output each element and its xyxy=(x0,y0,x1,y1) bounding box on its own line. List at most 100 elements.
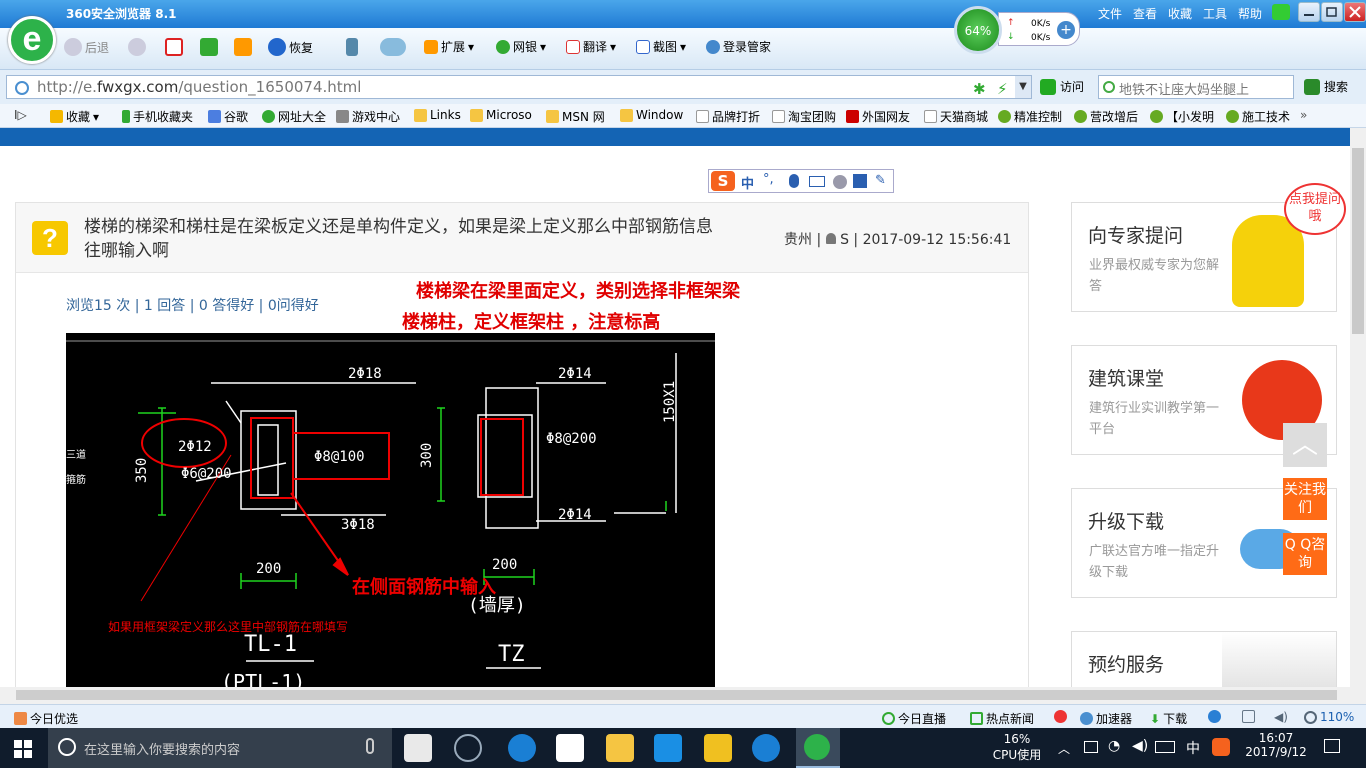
back-to-top-button[interactable]: ︿ xyxy=(1283,423,1327,467)
clock[interactable]: 16:07 2017/9/12 xyxy=(1244,731,1308,759)
download-button[interactable]: ⬇ 下载 xyxy=(1150,710,1187,727)
fav-item[interactable]: 游戏中心 xyxy=(336,108,400,125)
fav-item[interactable]: 手机收藏夹 xyxy=(122,108,193,125)
menu-view[interactable]: 查看 xyxy=(1133,5,1157,22)
search-input[interactable]: 地铁不让座大妈坐腿上 xyxy=(1098,75,1294,99)
fav-item[interactable]: 天猫商城 xyxy=(924,108,988,125)
live-button[interactable]: 今日直播 xyxy=(882,710,946,727)
wrench-icon[interactable]: ✎ xyxy=(875,173,886,188)
fav-item[interactable]: 收藏 ▾ xyxy=(50,108,99,125)
extend-button[interactable]: 扩展 ▾ xyxy=(424,38,474,55)
wifi-icon[interactable]: ◔ xyxy=(1108,738,1120,754)
windows-start-button[interactable] xyxy=(14,740,32,761)
refresh-button[interactable] xyxy=(200,38,218,56)
horizontal-scroll-thumb[interactable] xyxy=(16,690,1337,700)
restore-button[interactable] xyxy=(1321,2,1343,22)
minimize-button[interactable] xyxy=(1298,2,1320,22)
translate-button[interactable]: 翻译 ▾ xyxy=(566,38,616,55)
notification-icon[interactable] xyxy=(1324,739,1340,753)
user-icon[interactable] xyxy=(833,175,847,189)
forward-button[interactable] xyxy=(128,38,146,56)
ime-toolbar[interactable]: S 中 °, ✎ xyxy=(708,169,894,193)
ask-expert-card[interactable]: 向专家提问 业界最权威专家为您解答 点我提问哦 xyxy=(1071,183,1346,312)
menu-help[interactable]: 帮助 xyxy=(1238,5,1262,22)
volume-icon[interactable]: ◀) xyxy=(1274,710,1288,724)
screenshot-button[interactable]: 截图 ▾ xyxy=(636,38,686,55)
skin-icon[interactable] xyxy=(1272,4,1290,20)
more-favorites-icon[interactable]: » xyxy=(1300,108,1307,122)
home-button[interactable] xyxy=(234,38,252,56)
fav-item[interactable]: 精准控制 xyxy=(998,108,1062,125)
fav-item[interactable]: 外国网友 xyxy=(846,108,910,125)
follow-us-button[interactable]: 关注我们 xyxy=(1283,478,1327,520)
url-dropdown-button[interactable]: ▼ xyxy=(1015,76,1031,98)
close-window-button[interactable] xyxy=(1344,2,1366,22)
keyboard-icon[interactable] xyxy=(809,176,825,187)
fav-item[interactable]: Links xyxy=(414,108,461,122)
browser-logo[interactable]: e xyxy=(8,16,56,64)
medical-icon[interactable] xyxy=(1054,710,1067,723)
browser-taskbar-button[interactable] xyxy=(796,728,840,768)
file-explorer-icon[interactable] xyxy=(606,734,634,762)
label-height-1: 350 xyxy=(134,458,150,483)
edge-icon[interactable] xyxy=(508,734,536,762)
hot-news-button[interactable]: 热点新闻 xyxy=(970,710,1034,727)
speaker-icon[interactable]: ◀) xyxy=(1132,738,1148,754)
fav-item[interactable]: 谷歌 xyxy=(208,108,248,125)
keyboard-icon[interactable] xyxy=(1155,741,1175,753)
cpu-usage[interactable]: 16% CPU使用 xyxy=(992,732,1042,763)
glodon-service-icon[interactable] xyxy=(752,734,780,762)
battery-icon[interactable] xyxy=(1084,741,1098,753)
question-user[interactable]: S xyxy=(840,232,849,248)
ime-mode[interactable]: 中 xyxy=(741,173,754,192)
fav-item[interactable]: 施工技术 xyxy=(1226,108,1290,125)
menu-file[interactable]: 文件 xyxy=(1098,5,1122,22)
back-button[interactable]: 后退 xyxy=(64,38,109,56)
search-button[interactable]: 搜索 xyxy=(1304,78,1348,95)
ime-indicator[interactable]: 中 xyxy=(1186,738,1200,758)
glodon-icon[interactable] xyxy=(654,734,682,762)
taskbar-search[interactable]: 在这里输入你要搜索的内容 xyxy=(48,728,392,768)
speed-ball[interactable]: 64% xyxy=(954,6,1002,54)
cloud-button[interactable] xyxy=(380,38,406,56)
edge-swirl-icon[interactable] xyxy=(454,734,482,762)
fav-item[interactable]: 营改增后 xyxy=(1074,108,1138,125)
fav-item[interactable]: 淘宝团购 xyxy=(772,108,836,125)
shirt-icon[interactable] xyxy=(853,174,867,188)
fav-item[interactable]: 网址大全 xyxy=(262,108,326,125)
stop-button[interactable] xyxy=(165,38,183,56)
fav-item[interactable]: Microso xyxy=(470,108,532,122)
ie-icon[interactable] xyxy=(1208,710,1221,723)
microphone-icon[interactable] xyxy=(366,738,374,754)
bank-button[interactable]: 网银 ▾ xyxy=(496,38,546,55)
address-bar[interactable]: http://e.fwxgx.com/question_1650074.html… xyxy=(6,75,1032,99)
sogou-tray-icon[interactable] xyxy=(1212,738,1230,756)
login-manager-button[interactable]: 登录管家 xyxy=(706,38,771,55)
restore-tab-button[interactable]: 恢复 xyxy=(268,38,313,56)
accelerator-button[interactable]: 加速器 xyxy=(1080,710,1132,727)
store-icon[interactable] xyxy=(556,734,584,762)
punctuation-icon[interactable]: °, xyxy=(763,172,774,187)
microphone-icon[interactable] xyxy=(789,174,799,188)
sidebar-toggle[interactable]: I▷ xyxy=(14,108,27,122)
window-icon[interactable] xyxy=(1242,710,1255,723)
vertical-scroll-thumb[interactable] xyxy=(1352,148,1364,334)
today-picks-button[interactable]: 今日优选 xyxy=(14,710,78,727)
notepad-icon[interactable] xyxy=(704,734,732,762)
qq-consult-button[interactable]: Q Q咨询 xyxy=(1283,533,1327,575)
menu-favorites[interactable]: 收藏 xyxy=(1168,5,1192,22)
fav-item[interactable]: 品牌打折 xyxy=(696,108,760,125)
appointment-card[interactable]: 预约服务 xyxy=(1071,631,1337,687)
add-icon[interactable]: + xyxy=(1057,21,1075,39)
go-button[interactable]: 访问 xyxy=(1040,78,1084,95)
menu-tools[interactable]: 工具 xyxy=(1203,5,1227,22)
tray-expand-icon[interactable]: ︿ xyxy=(1058,740,1070,757)
zoom-control[interactable]: 110% xyxy=(1304,710,1354,724)
fav-item[interactable]: 【小发明 xyxy=(1150,108,1214,125)
taskview-icon[interactable] xyxy=(404,734,432,762)
fav-item[interactable]: MSN 网 xyxy=(546,108,605,125)
fav-item[interactable]: Window xyxy=(620,108,683,122)
phone-button[interactable] xyxy=(346,38,358,56)
ask-me-bubble[interactable]: 点我提问哦 xyxy=(1284,183,1346,235)
folder-icon xyxy=(546,110,559,123)
